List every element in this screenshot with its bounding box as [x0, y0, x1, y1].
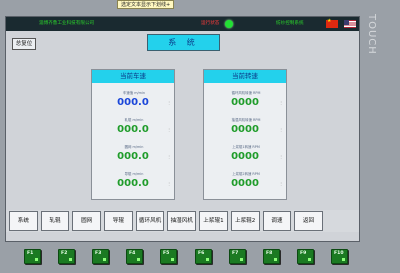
- nav-back-button[interactable]: 返回: [294, 211, 323, 231]
- screen-speed-row: 圆网 m/min 000.0 ⋮: [92, 144, 174, 172]
- key-led-icon: [35, 258, 38, 261]
- row-marker-icon: ⋮: [279, 100, 283, 105]
- key-led-icon: [103, 258, 106, 261]
- screen-speed-label: 圆网 m/min: [124, 145, 144, 149]
- nav-speed-adjust-button[interactable]: 调速: [262, 211, 292, 231]
- f8-key[interactable]: F8: [263, 249, 280, 264]
- hmi-screen: 淄博齐鲁工业科技有限公司 运行状态 纺纱控制系统 总复位 系 统 当前车速 车速…: [5, 16, 360, 242]
- status-bar: 淄博齐鲁工业科技有限公司 运行状态 纺纱控制系统: [6, 17, 359, 31]
- f9-key-label: F9: [300, 251, 307, 256]
- row-marker-icon: ⋮: [279, 127, 283, 132]
- key-led-icon: [308, 258, 311, 261]
- f7-key-label: F7: [232, 251, 239, 256]
- size-roller1-label: 上浆辊1转速 RPM: [232, 145, 260, 149]
- us-flag-icon[interactable]: [344, 20, 356, 28]
- page-title: 系 统: [147, 34, 220, 51]
- nav-size-roller1-button[interactable]: 上浆辊1: [199, 211, 228, 231]
- rpm-panel: 当前转速 循环风机转速 RPM 0000 ⋮ 抽湿风机转速 RPM 0000 ⋮…: [203, 69, 287, 200]
- key-led-icon: [240, 258, 243, 261]
- f1-key[interactable]: F1: [24, 249, 41, 264]
- f2-key[interactable]: F2: [58, 249, 75, 264]
- reset-all-button[interactable]: 总复位: [12, 38, 36, 50]
- roller-speed-row: 轧辊 m/min 000.0 ⋮: [92, 117, 174, 145]
- f7-key[interactable]: F7: [229, 249, 246, 264]
- speed-row: 车速值 m/min 000.0 ⋮: [92, 90, 174, 118]
- size-roller2-label: 上浆辊2转速 RPM: [232, 172, 260, 176]
- key-led-icon: [342, 258, 345, 261]
- f10-key[interactable]: F10: [331, 249, 348, 264]
- row-marker-icon: ⋮: [279, 154, 283, 159]
- row-marker-icon: ⋮: [167, 154, 171, 159]
- f3-key[interactable]: F3: [92, 249, 109, 264]
- touch-brand-label: TOUCH: [366, 14, 377, 55]
- speed-panel-title: 当前车速: [92, 70, 174, 83]
- company-name: 淄博齐鲁工业科技有限公司: [39, 21, 95, 26]
- screen-speed-value[interactable]: 000.0: [100, 151, 166, 163]
- f4-key-label: F4: [129, 251, 136, 256]
- key-led-icon: [69, 258, 72, 261]
- row-marker-icon: ⋮: [279, 181, 283, 186]
- f3-key-label: F3: [95, 251, 102, 256]
- nav-system-button[interactable]: 系统: [9, 211, 38, 231]
- size-roller2-row: 上浆辊2转速 RPM 0000 ⋮: [204, 171, 286, 199]
- guide-speed-label: 导辊 m/min: [124, 172, 144, 176]
- guide-speed-row: 导辊 m/min 000.0 ⋮: [92, 171, 174, 199]
- circ-fan-label: 循环风机转速 RPM: [231, 91, 261, 95]
- f8-key-label: F8: [266, 251, 273, 256]
- row-marker-icon: ⋮: [167, 100, 171, 105]
- guide-speed-value[interactable]: 000.0: [100, 178, 166, 190]
- nav-circ-fan-button[interactable]: 循环风机: [135, 211, 165, 231]
- f6-key-label: F6: [198, 251, 205, 256]
- f4-key[interactable]: F4: [126, 249, 143, 264]
- key-led-icon: [206, 258, 209, 261]
- f6-key[interactable]: F6: [195, 249, 212, 264]
- f2-key-label: F2: [61, 251, 68, 256]
- nav-exhaust-fan-button[interactable]: 抽湿风机: [167, 211, 197, 231]
- bottom-nav: 系统 轧辊 圆网 导辊 循环风机 抽湿风机 上浆辊1 上浆辊2 调速 返回: [6, 210, 359, 232]
- f9-key[interactable]: F9: [297, 249, 314, 264]
- key-led-icon: [171, 258, 174, 261]
- tooltip: 选定文本显示下划线+: [117, 0, 175, 9]
- exhaust-fan-value[interactable]: 0000: [212, 124, 278, 136]
- nav-screen-button[interactable]: 圆网: [72, 211, 102, 231]
- f1-key-label: F1: [27, 251, 34, 256]
- f5-key-label: F5: [163, 251, 170, 256]
- key-led-icon: [137, 258, 140, 261]
- china-flag-icon[interactable]: [326, 18, 338, 28]
- exhaust-fan-label: 抽湿风机转速 RPM: [231, 118, 261, 122]
- size-roller2-value[interactable]: 0000: [212, 178, 278, 190]
- circ-fan-value[interactable]: 0000: [212, 97, 278, 109]
- run-status-label: 运行状态: [201, 21, 220, 26]
- speed-panel: 当前车速 车速值 m/min 000.0 ⋮ 轧辊 m/min 000.0 ⋮ …: [91, 69, 175, 200]
- nav-roller-button[interactable]: 轧辊: [40, 211, 70, 231]
- f5-key[interactable]: F5: [160, 249, 177, 264]
- circ-fan-row: 循环风机转速 RPM 0000 ⋮: [204, 90, 286, 118]
- key-led-icon: [274, 258, 277, 261]
- row-marker-icon: ⋮: [167, 181, 171, 186]
- size-roller1-value[interactable]: 0000: [212, 151, 278, 163]
- function-key-row: F1 F2 F3 F4 F5 F6 F7 F8 F9 F10: [24, 249, 354, 269]
- f10-key-label: F10: [334, 251, 344, 256]
- hmi-frame: 选定文本显示下划线+ 淄博齐鲁工业科技有限公司 运行状态 纺纱控制系统 总复位 …: [0, 0, 400, 273]
- rpm-panel-title: 当前转速: [204, 70, 286, 83]
- speed-row-value[interactable]: 000.0: [100, 97, 166, 109]
- roller-speed-value[interactable]: 000.0: [100, 124, 166, 136]
- nav-guide-roller-button[interactable]: 导辊: [104, 211, 133, 231]
- speed-row-label: 车速值 m/min: [122, 91, 146, 95]
- row-marker-icon: ⋮: [167, 127, 171, 132]
- run-status-lamp-icon: [225, 20, 233, 28]
- roller-speed-label: 轧辊 m/min: [124, 118, 144, 122]
- exhaust-fan-row: 抽湿风机转速 RPM 0000 ⋮: [204, 117, 286, 145]
- nav-size-roller2-button[interactable]: 上浆辊2: [230, 211, 260, 231]
- system-name: 纺纱控制系统: [276, 21, 304, 26]
- size-roller1-row: 上浆辊1转速 RPM 0000 ⋮: [204, 144, 286, 172]
